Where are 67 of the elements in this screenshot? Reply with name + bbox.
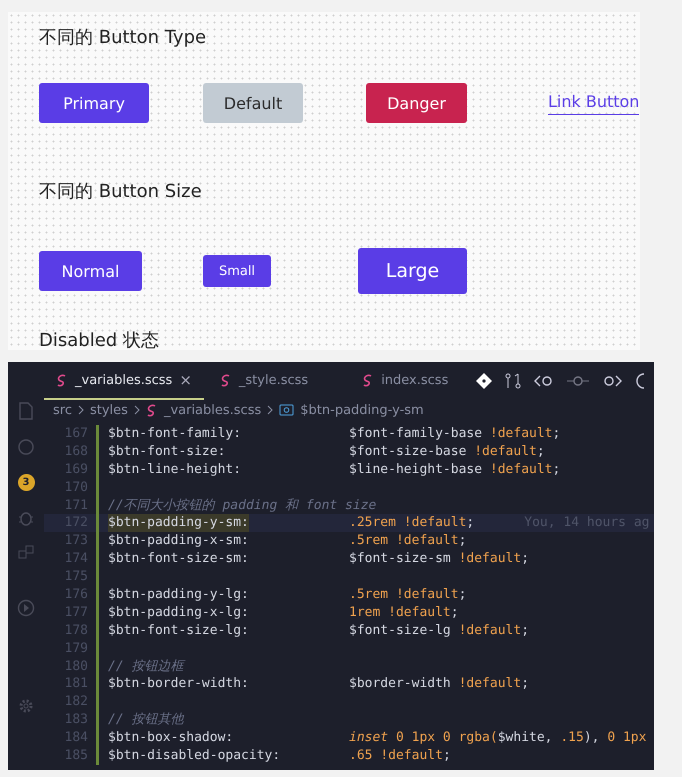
- variable-value: $font-family-base !default;: [349, 425, 560, 443]
- line-number: 175: [64, 568, 88, 586]
- editor-tab[interactable]: _style.scss: [208, 362, 320, 400]
- line-number: 179: [64, 640, 88, 658]
- variable-name: $btn-padding-x-sm:: [108, 532, 250, 550]
- breadcrumb-item[interactable]: $btn-padding-y-sm: [300, 402, 424, 418]
- demo-button[interactable]: Large: [358, 248, 467, 294]
- section-heading: 不同的 Button Type: [39, 26, 206, 50]
- line-number: 173: [64, 532, 88, 550]
- demo-button[interactable]: Normal: [39, 251, 142, 291]
- line-number: 178: [64, 622, 88, 640]
- variable-name: $btn-font-size-lg:: [108, 622, 250, 640]
- variable-name: $btn-border-width:: [108, 675, 250, 694]
- breadcrumb-item[interactable]: src: [53, 402, 72, 418]
- variable-name: $btn-box-shadow:: [108, 729, 234, 748]
- variable-name: $btn-padding-y-sm:: [108, 514, 249, 532]
- line-number: 180: [64, 658, 88, 676]
- breadcrumb-item[interactable]: _variables.scss: [164, 402, 262, 418]
- line-number: 168: [64, 442, 88, 461]
- close-tab-button[interactable]: ×: [179, 371, 192, 389]
- line-number: 183: [64, 711, 88, 730]
- variable-value: .65 !default;: [349, 747, 451, 765]
- line-number: 174: [64, 550, 88, 568]
- line-number: 170: [64, 478, 88, 497]
- notification-badge: 3: [18, 474, 34, 491]
- variable-value: $font-size-sm !default;: [349, 550, 530, 568]
- variable-name: $btn-font-size:: [108, 442, 226, 461]
- line-number: 167: [64, 425, 88, 443]
- variable-value: .25rem !default;: [349, 514, 474, 532]
- tab-label: _variables.scss: [75, 372, 172, 388]
- variable-name: $btn-padding-y-lg:: [108, 586, 250, 604]
- variable-value: $font-size-base !default;: [349, 442, 545, 461]
- variable-name: $btn-padding-x-lg:: [108, 604, 250, 622]
- variable-value: .5rem !default;: [349, 532, 466, 550]
- editor-tab[interactable]: index.scss: [350, 362, 460, 400]
- section-heading: Disabled 状态: [39, 329, 159, 350]
- line-number: 185: [64, 747, 88, 765]
- variable-value: inset 0 1px 0 rgba($white, .15), 0 1px: [349, 729, 646, 748]
- line-number: 181: [64, 675, 88, 694]
- section-heading: 不同的 Button Size: [39, 180, 202, 204]
- variable-name: $btn-font-size-sm:: [108, 550, 250, 568]
- demo-button[interactable]: Default: [203, 83, 303, 123]
- variable-value: $font-size-lg !default;: [349, 622, 530, 640]
- demo-button[interactable]: Danger: [366, 83, 467, 123]
- demo-button[interactable]: Primary: [39, 83, 149, 123]
- code-comment: // 按钮边框: [108, 658, 184, 674]
- variable-value: 1rem !default;: [349, 604, 459, 622]
- tab-label: index.scss: [381, 372, 448, 388]
- variable-value: $line-height-base !default;: [349, 460, 560, 479]
- tab-label: _style.scss: [238, 372, 308, 388]
- variable-value: .5rem !default;: [349, 586, 466, 604]
- line-number: 177: [64, 604, 88, 622]
- demo-button[interactable]: Small: [203, 255, 271, 287]
- variable-value: $border-width !default;: [349, 675, 530, 694]
- code-comment: // 按钮其他: [108, 712, 184, 728]
- line-number: 182: [64, 693, 88, 712]
- line-number: 171: [64, 496, 88, 514]
- variable-name: $btn-line-height:: [108, 460, 242, 479]
- breadcrumb-item[interactable]: styles: [90, 402, 128, 418]
- line-number: 169: [64, 460, 88, 479]
- code-comment: //不同大小按钮的 padding 和 font size: [108, 498, 376, 513]
- link-button[interactable]: Link Button: [548, 92, 640, 114]
- variable-name: $btn-disabled-opacity:: [108, 747, 282, 765]
- line-number: 176: [64, 586, 88, 604]
- line-number: 184: [64, 729, 88, 748]
- editor-tab[interactable]: _variables.scss ×: [44, 362, 204, 400]
- variable-name: $btn-font-family:: [108, 425, 242, 443]
